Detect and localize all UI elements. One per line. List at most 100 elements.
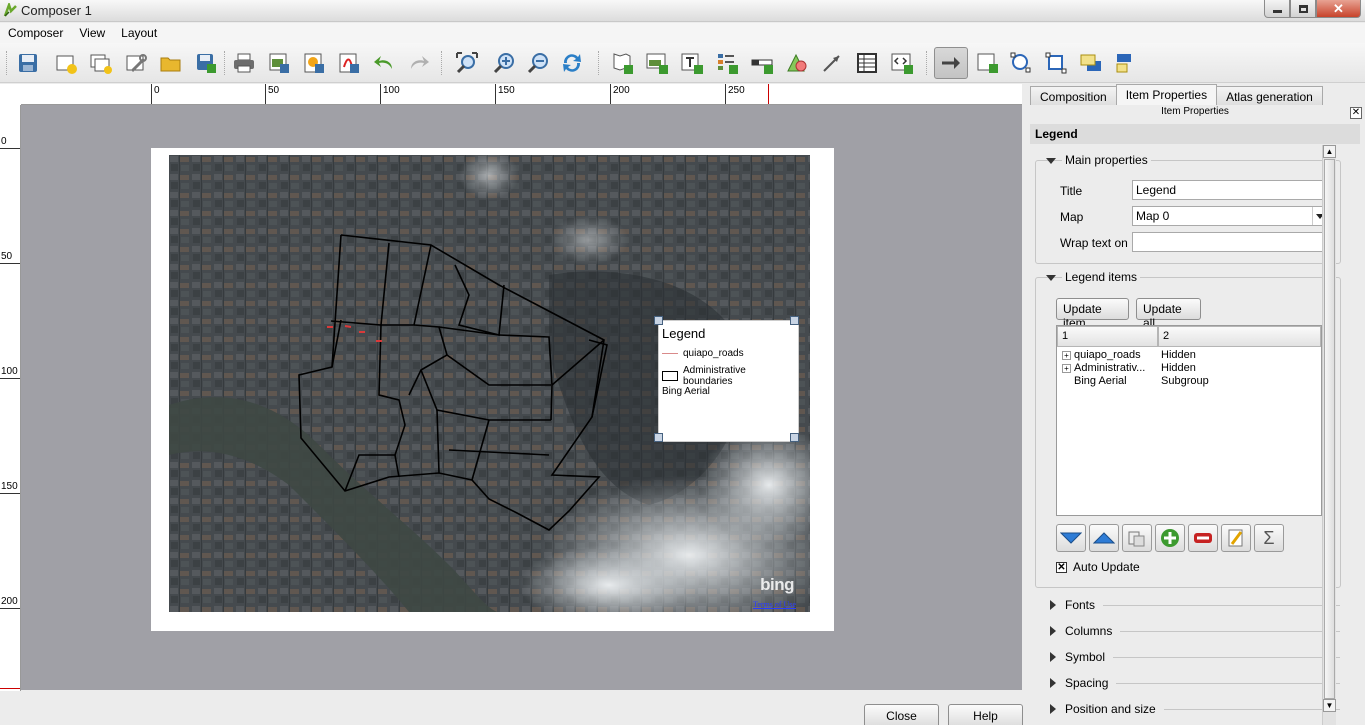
- export-image-icon: [269, 53, 289, 73]
- add-label-button[interactable]: [677, 48, 707, 78]
- redo-button[interactable]: [404, 48, 434, 78]
- composer-canvas[interactable]: bing Terms of Use Legend quiapo_roads Ad…: [21, 105, 1022, 690]
- add-map-button[interactable]: [607, 48, 637, 78]
- open-template-button[interactable]: [156, 48, 186, 78]
- expand-arrow-icon: [1050, 704, 1056, 714]
- collapse-icon[interactable]: [1046, 275, 1056, 281]
- remove-item-button[interactable]: [1188, 524, 1218, 552]
- tree-row[interactable]: Bing Aerial Subgroup: [1059, 375, 1209, 387]
- panel-scrollbar[interactable]: ▲ ▼: [1322, 145, 1336, 725]
- new-composer-button[interactable]: [51, 48, 81, 78]
- save-project-button[interactable]: [13, 48, 43, 78]
- zoom-in-button[interactable]: [489, 48, 519, 78]
- composer-manager-button[interactable]: [121, 48, 151, 78]
- terms-of-use-link[interactable]: Terms of Use: [753, 600, 796, 609]
- update-item-button[interactable]: Update item: [1056, 298, 1129, 330]
- section-columns[interactable]: Columns: [1050, 624, 1340, 638]
- group-title[interactable]: Main properties: [1062, 153, 1151, 167]
- bottom-bar: Close Help: [0, 691, 1025, 725]
- ruler-label: 0: [1, 136, 7, 147]
- select-move-button[interactable]: [934, 47, 968, 79]
- collapse-icon[interactable]: [1046, 158, 1056, 164]
- tab-composition[interactable]: Composition: [1030, 86, 1117, 105]
- legend-items-tree[interactable]: 1 2 + quiapo_roads Hidden + Administrativ.…: [1056, 325, 1322, 516]
- tab-item-properties[interactable]: Item Properties: [1115, 84, 1218, 105]
- move-down-button[interactable]: [1056, 524, 1086, 552]
- menu-view[interactable]: View: [71, 23, 113, 43]
- add-item-button[interactable]: [1155, 524, 1185, 552]
- restore-button[interactable]: [1290, 0, 1316, 18]
- scroll-down-button[interactable]: ▼: [1323, 699, 1336, 712]
- zoom-out-icon: [527, 53, 548, 74]
- vertical-ruler[interactable]: 0 50 100 150 200: [0, 105, 21, 691]
- wrap-text-input[interactable]: [1132, 232, 1328, 252]
- tab-atlas-generation[interactable]: Atlas generation: [1216, 86, 1323, 105]
- window-titlebar: Composer 1 ✕: [0, 0, 1365, 22]
- align-items-button[interactable]: [1111, 48, 1141, 78]
- help-button[interactable]: Help: [948, 704, 1023, 725]
- tree-row[interactable]: + quiapo_roads Hidden: [1059, 349, 1196, 361]
- close-window-button[interactable]: ✕: [1316, 0, 1361, 18]
- tree-column-2[interactable]: 2: [1158, 326, 1321, 347]
- horizontal-ruler[interactable]: 0 50 100 150 200 250: [21, 84, 1022, 105]
- refresh-view-button[interactable]: [557, 48, 587, 78]
- zoom-full-button[interactable]: [452, 48, 482, 78]
- resize-handle[interactable]: [654, 433, 663, 442]
- open-template-icon: [160, 57, 181, 72]
- ungroup-icon: [1045, 52, 1067, 74]
- add-arrow-button[interactable]: [817, 48, 847, 78]
- section-symbol[interactable]: Symbol: [1050, 650, 1340, 664]
- minus-icon: [1194, 533, 1212, 543]
- move-content-button[interactable]: [973, 48, 1003, 78]
- raise-items-button[interactable]: [1076, 48, 1106, 78]
- tree-row[interactable]: + Administrativ... Hidden: [1059, 362, 1196, 374]
- count-features-button[interactable]: Σ: [1254, 524, 1284, 552]
- print-icon: [234, 53, 254, 73]
- export-svg-button[interactable]: [299, 48, 329, 78]
- expand-arrow-icon: [1050, 678, 1056, 688]
- resize-handle[interactable]: [790, 316, 799, 325]
- add-scalebar-button[interactable]: [747, 48, 777, 78]
- zoom-out-button[interactable]: [523, 48, 553, 78]
- menu-bar: Composer View Layout: [0, 23, 1365, 43]
- export-pdf-button[interactable]: [334, 48, 364, 78]
- move-up-button[interactable]: [1089, 524, 1119, 552]
- expand-icon[interactable]: +: [1062, 363, 1071, 373]
- add-image-button[interactable]: [642, 48, 672, 78]
- resize-handle[interactable]: [654, 316, 663, 325]
- map-select[interactable]: Map 0: [1132, 206, 1328, 226]
- scrollbar-thumb[interactable]: [1324, 159, 1335, 699]
- save-template-button[interactable]: [191, 48, 221, 78]
- minimize-button[interactable]: [1264, 0, 1290, 18]
- tree-column-1[interactable]: 1: [1057, 326, 1158, 347]
- dock-close-button[interactable]: ✕: [1350, 107, 1362, 119]
- toolbar-grip: [6, 51, 8, 75]
- ungroup-items-button[interactable]: [1041, 48, 1071, 78]
- undo-button[interactable]: [369, 48, 399, 78]
- add-group-button[interactable]: [1122, 524, 1152, 552]
- auto-update-checkbox[interactable]: ✕ Auto Update: [1056, 560, 1140, 574]
- group-items-button[interactable]: [1006, 48, 1036, 78]
- properties-scroll-area[interactable]: Main properties Title Legend Map Map 0 W…: [1030, 144, 1345, 725]
- legend-title-input[interactable]: Legend: [1132, 180, 1328, 200]
- add-shape-button[interactable]: [782, 48, 812, 78]
- update-all-button[interactable]: Update all: [1136, 298, 1201, 330]
- menu-composer[interactable]: Composer: [0, 23, 71, 43]
- duplicate-composer-button[interactable]: [86, 48, 116, 78]
- scroll-up-button[interactable]: ▲: [1323, 145, 1336, 158]
- export-image-button[interactable]: [264, 48, 294, 78]
- resize-handle[interactable]: [790, 433, 799, 442]
- add-legend-button[interactable]: [712, 48, 742, 78]
- section-spacing[interactable]: Spacing: [1050, 676, 1340, 690]
- legend-item[interactable]: Legend quiapo_roads Administrative bound…: [658, 320, 799, 442]
- group-title[interactable]: Legend items: [1062, 270, 1141, 284]
- add-table-button[interactable]: [852, 48, 882, 78]
- edit-item-button[interactable]: [1221, 524, 1251, 552]
- expand-icon[interactable]: +: [1062, 350, 1071, 360]
- add-html-button[interactable]: [887, 48, 917, 78]
- section-fonts[interactable]: Fonts: [1050, 598, 1340, 612]
- section-position-and-size[interactable]: Position and size: [1050, 702, 1340, 716]
- close-button[interactable]: Close: [864, 704, 939, 725]
- print-button[interactable]: [229, 48, 259, 78]
- menu-layout[interactable]: Layout: [113, 23, 165, 43]
